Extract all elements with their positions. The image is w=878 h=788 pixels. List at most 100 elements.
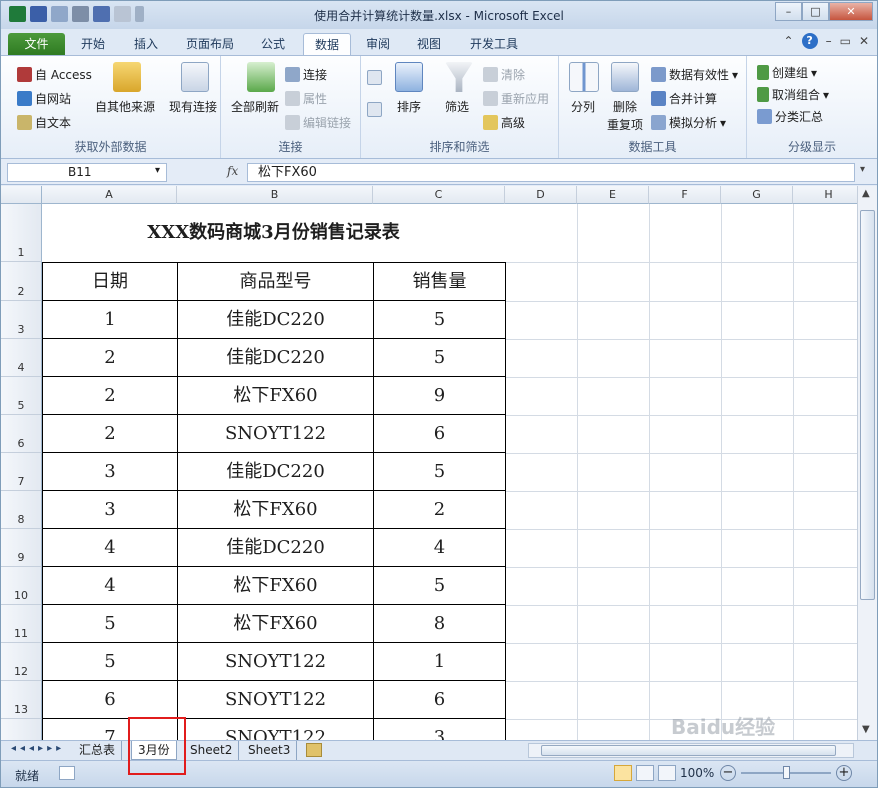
filter-button[interactable]: 筛选 <box>445 98 469 115</box>
cell-sales[interactable]: 1 <box>374 643 506 681</box>
sort-descending-button[interactable] <box>367 102 382 117</box>
sheet-navigation-icons[interactable]: ◂◂◂▸▸▸ <box>11 743 65 754</box>
help-icon[interactable]: ? <box>801 33 818 49</box>
row-header[interactable]: 13 <box>1 681 42 719</box>
cell-date[interactable]: 1 <box>43 301 178 339</box>
cell-sales[interactable]: 2 <box>374 491 506 529</box>
sort-button[interactable]: 排序 <box>397 98 421 115</box>
insert-sheet-icon[interactable] <box>306 743 322 757</box>
row-header[interactable]: 2 <box>1 262 42 301</box>
zoom-level[interactable]: 100% <box>680 766 714 780</box>
maximize-button[interactable]: □ <box>802 2 829 21</box>
workbook-restore-icon[interactable]: ▭ <box>840 34 851 48</box>
horizontal-scroll-thumb[interactable] <box>541 745 836 756</box>
cell-model[interactable]: 松下FX60 <box>178 377 374 415</box>
worksheet-grid[interactable]: A B C D E F G H 1 2 3 4 5 6 7 8 9 10 11 <box>1 186 857 740</box>
cell-sales[interactable]: 8 <box>374 605 506 643</box>
cell-model[interactable]: SNOYT122 <box>178 415 374 453</box>
cell-model[interactable]: SNOYT122 <box>178 681 374 719</box>
row-header[interactable]: 9 <box>1 529 42 567</box>
workbook-close-icon[interactable]: ✕ <box>859 34 869 48</box>
page-layout-view-icon[interactable] <box>636 765 654 781</box>
what-if-analysis-button[interactable]: 模拟分析 ▾ <box>651 114 726 131</box>
cell-date[interactable]: 2 <box>43 415 178 453</box>
horizontal-scrollbar[interactable] <box>528 743 854 758</box>
existing-connections-button[interactable]: 现有连接 <box>169 98 217 115</box>
row-header[interactable]: 10 <box>1 567 42 605</box>
column-header-c[interactable]: C <box>373 186 505 204</box>
row-header[interactable]: 11 <box>1 605 42 643</box>
properties-button[interactable]: 属性 <box>285 90 327 107</box>
row-header[interactable]: 8 <box>1 491 42 529</box>
from-access-button[interactable]: 自 Access <box>17 66 92 83</box>
connections-button[interactable]: 连接 <box>285 66 327 83</box>
sheet-tab-summary[interactable]: 汇总表 <box>73 741 123 760</box>
macro-record-icon[interactable] <box>59 766 75 780</box>
from-text-button[interactable]: 自文本 <box>17 114 71 131</box>
cell-date[interactable]: 3 <box>43 453 178 491</box>
cell-model[interactable]: 松下FX60 <box>178 567 374 605</box>
column-header-h[interactable]: H <box>793 186 857 204</box>
cell-sales[interactable]: 5 <box>374 453 506 491</box>
scroll-up-icon[interactable]: ▲ <box>862 188 870 199</box>
cell-model[interactable]: 佳能DC220 <box>178 301 374 339</box>
tab-formulas[interactable]: 公式 <box>249 33 297 55</box>
cell-date[interactable]: 3 <box>43 491 178 529</box>
cell-model[interactable]: 松下FX60 <box>178 491 374 529</box>
name-box-dropdown-icon[interactable]: ▾ <box>155 165 160 176</box>
cell-model[interactable]: SNOYT122 <box>178 719 374 740</box>
tab-review[interactable]: 审阅 <box>357 33 399 55</box>
cell-sales[interactable]: 4 <box>374 529 506 567</box>
cell-date[interactable]: 2 <box>43 377 178 415</box>
zoom-slider-thumb[interactable] <box>783 766 790 779</box>
name-box[interactable]: B11 <box>7 163 167 182</box>
cell-date[interactable]: 4 <box>43 567 178 605</box>
column-header-f[interactable]: F <box>649 186 721 204</box>
remove-duplicates-button[interactable]: 删除 <box>613 98 637 115</box>
refresh-all-button[interactable]: 全部刷新 <box>231 98 279 115</box>
cell-date[interactable]: 4 <box>43 529 178 567</box>
formula-input[interactable]: 松下FX60 <box>247 163 855 182</box>
cell-model[interactable]: 佳能DC220 <box>178 339 374 377</box>
cell-sales[interactable]: 6 <box>374 681 506 719</box>
tab-view[interactable]: 视图 <box>407 33 451 55</box>
expand-formula-icon[interactable]: ▾ <box>860 164 865 175</box>
advanced-button[interactable]: 高级 <box>483 114 525 131</box>
cell-sales[interactable]: 5 <box>374 567 506 605</box>
zoom-in-icon[interactable]: + <box>836 765 852 781</box>
sheet-title-cell[interactable]: XXX数码商城3月份销售记录表 <box>42 204 505 262</box>
sheet-tab-sheet2[interactable]: Sheet2 <box>184 741 240 760</box>
column-header-e[interactable]: E <box>577 186 649 204</box>
cell-model[interactable]: SNOYT122 <box>178 643 374 681</box>
row-header[interactable]: 5 <box>1 377 42 415</box>
cell-sales[interactable]: 6 <box>374 415 506 453</box>
cell-model[interactable]: 佳能DC220 <box>178 529 374 567</box>
tab-file[interactable]: 文件 <box>8 33 65 55</box>
page-break-view-icon[interactable] <box>658 765 676 781</box>
text-to-columns-button[interactable]: 分列 <box>571 98 595 115</box>
tab-insert[interactable]: 插入 <box>121 33 171 55</box>
group-button[interactable]: 创建组 ▾ <box>757 64 817 81</box>
cell-model[interactable]: 佳能DC220 <box>178 453 374 491</box>
column-header-b[interactable]: B <box>177 186 373 204</box>
insert-function-button[interactable]: fx <box>227 164 238 178</box>
cell-date[interactable]: 2 <box>43 339 178 377</box>
subtotal-button[interactable]: 分类汇总 <box>757 108 823 125</box>
row-header[interactable]: 1 <box>1 204 42 262</box>
header-cell-model[interactable]: 商品型号 <box>178 263 374 301</box>
tab-developer[interactable]: 开发工具 <box>459 33 529 55</box>
reapply-button[interactable]: 重新应用 <box>483 90 549 107</box>
column-header-g[interactable]: G <box>721 186 793 204</box>
workbook-minimize-icon[interactable]: – <box>826 34 832 48</box>
from-web-button[interactable]: 自网站 <box>17 90 71 107</box>
row-header[interactable]: 6 <box>1 415 42 453</box>
cell-date[interactable]: 5 <box>43 605 178 643</box>
collapse-ribbon-icon[interactable]: ⌃ <box>784 34 794 48</box>
edit-links-button[interactable]: 编辑链接 <box>285 114 351 131</box>
ungroup-button[interactable]: 取消组合 ▾ <box>757 86 829 103</box>
close-button[interactable]: ✕ <box>829 2 873 21</box>
consolidate-button[interactable]: 合并计算 <box>651 90 717 107</box>
remove-duplicates-button-line2[interactable]: 重复项 <box>607 116 643 133</box>
row-header[interactable]: 4 <box>1 339 42 377</box>
tab-data[interactable]: 数据 <box>303 33 351 55</box>
